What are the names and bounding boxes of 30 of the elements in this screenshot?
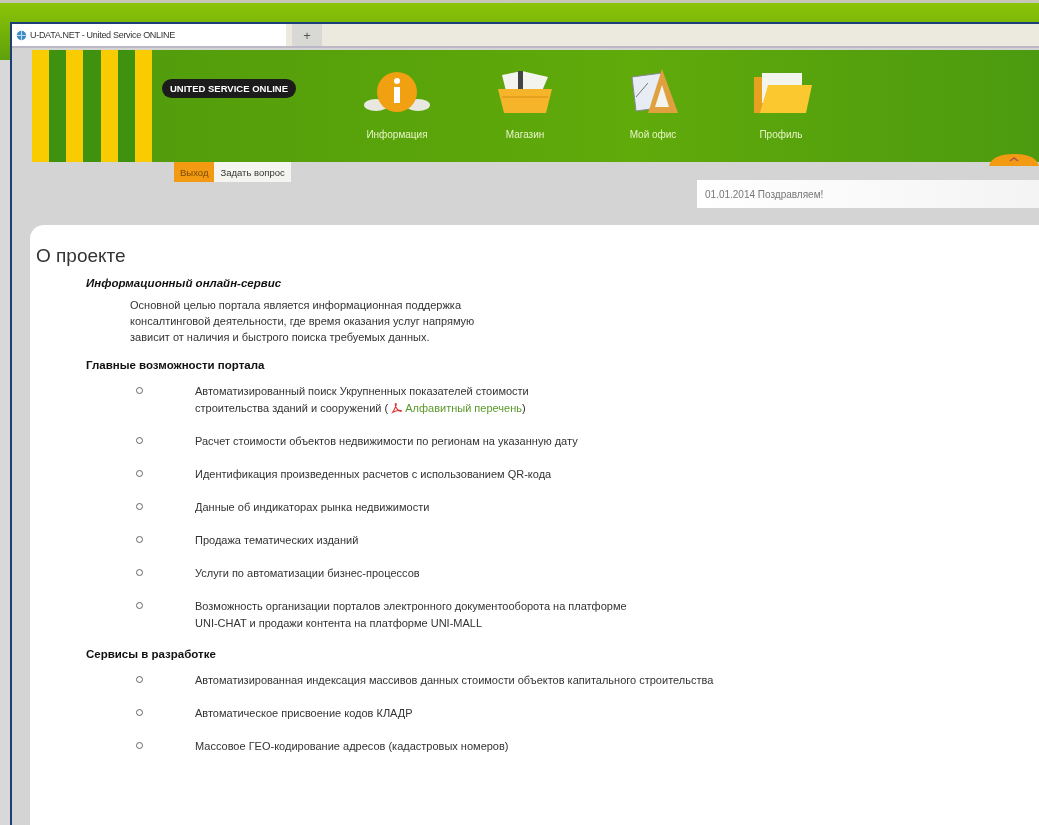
section-heading: Главные возможности портала (86, 359, 266, 371)
nav-item[interactable]: Магазин (480, 67, 570, 162)
page-title: О проекте (36, 245, 127, 267)
list-item-text: Возможность организации порталов электронного документооборота на платформе UNI-CHAT и продажи контента на платформе UNI-MALL (195, 599, 627, 631)
list-item-text: Данные об индикаторах рынка недвижимости (195, 500, 430, 515)
section-heading: Сервисы в разработке (86, 648, 217, 660)
list-item-text: Идентификация произведенных расчетов с использованием QR-кода (195, 467, 552, 482)
list-item-text: Расчет стоимости объектов недвижимости по регионам на указанную дату (195, 434, 578, 449)
browser-tab[interactable]: U-DATA.NET - United Service ONLINE (12, 24, 286, 46)
link[interactable]: Алфавитный перечень (405, 402, 522, 414)
pdf-icon (391, 402, 404, 414)
list-item-text: Массовое ГЕО-кодирование адресов (кадастровых номеров) (195, 739, 509, 754)
list-item-text: Услуги по автоматизации бизнес-процессов (195, 566, 420, 581)
globe-icon (16, 29, 27, 41)
list-item-text: Автоматизированный поиск Укрупненных показателей стоимости строительства зданий и сооружений ( Алфавитный перечень) (195, 384, 529, 416)
nav-item[interactable]: Профиль (736, 67, 826, 162)
nav-item[interactable]: Информация (352, 67, 442, 162)
intro-paragraph: Основной целью портала является информационная поддержка консалтинговой деятельности, где время оказания услуг напрямую зависит от наличия и быстрого поиска требуемых данных. (130, 298, 476, 345)
collapse-tab-icon[interactable] (989, 152, 1039, 166)
list-item-text: Автоматизированная индексация массивов данных стоимости объектов капитального строительства (195, 673, 714, 688)
site-logo[interactable]: UNITED SERVICE ONLINE (162, 79, 297, 98)
list-item-text: Автоматическое присвоение кодов КЛАДР (195, 706, 413, 721)
new-tab-button[interactable]: + (292, 24, 322, 46)
header-button[interactable]: Задать вопрос (214, 162, 291, 182)
news-field[interactable]: 01.01.2014 Поздравляем! (697, 180, 1039, 208)
header-button[interactable]: Выход (174, 162, 215, 182)
list-item-text: Продажа тематических изданий (195, 533, 359, 548)
nav-item[interactable]: Мой офис (608, 67, 698, 162)
tab-title: U-DATA.NET - United Service ONLINE (30, 30, 175, 40)
section-heading: Информационный онлайн-сервис (86, 277, 283, 289)
